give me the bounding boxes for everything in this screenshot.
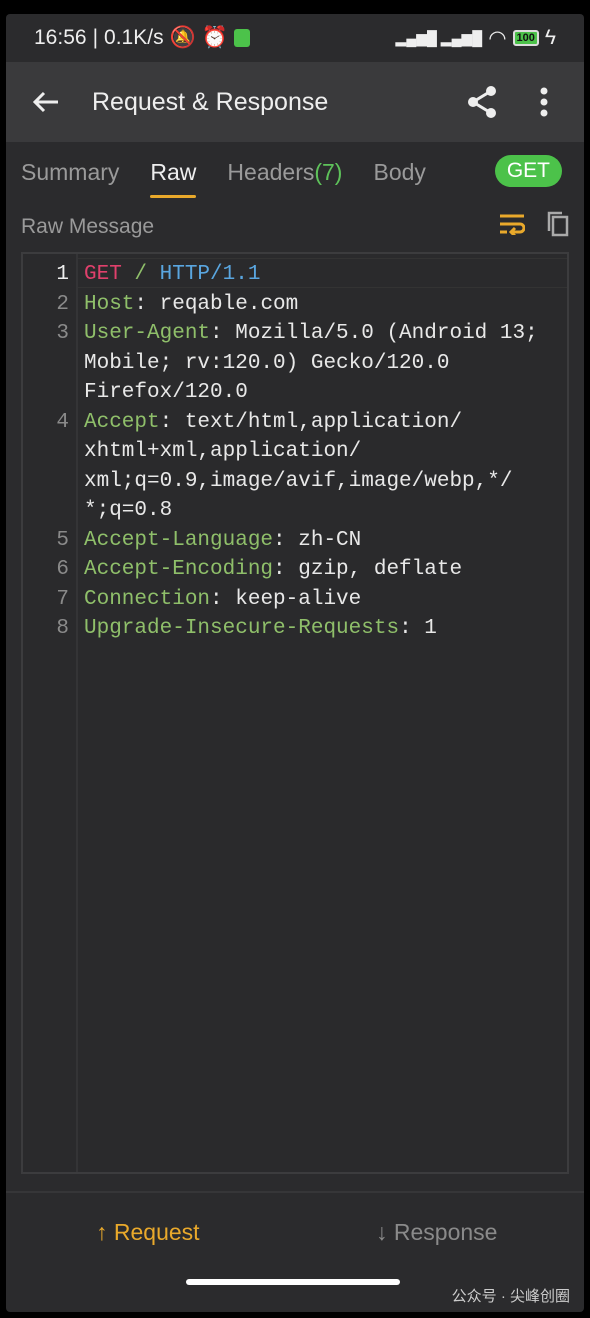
header-key: Upgrade-Insecure-Requests: [84, 617, 400, 640]
mute-icon: 🔕: [169, 26, 196, 49]
code-lines: 1 GET / HTTP/1.1 2 Host: reqable.com 3 User-…: [23, 260, 567, 644]
raw-message-editor[interactable]: 1 GET / HTTP/1.1 2 Host: reqable.com 3 User-…: [21, 252, 569, 1174]
code-line: 5 Accept-Language: zh-CN: [23, 526, 567, 556]
signal-icon: ▂▄▆█ ▂▄▆█: [395, 29, 483, 46]
method-badge: GET: [494, 155, 562, 187]
code-line: 2 Host: reqable.com: [23, 290, 567, 320]
request-path: /: [121, 263, 160, 286]
watermark: 公众号 · 尖峰创圈: [451, 1288, 570, 1305]
header-value: : text/html,application/: [159, 410, 463, 434]
tab-body[interactable]: Body: [373, 142, 425, 202]
header-value: : zh-CN: [273, 528, 362, 552]
response-button[interactable]: ↓ Response: [376, 1219, 497, 1246]
http-protocol: HTTP/1.1: [159, 263, 261, 286]
code-line: 1 GET / HTTP/1.1: [56, 263, 261, 286]
tab-summary[interactable]: Summary: [21, 142, 119, 202]
status-bar: 16:56 | 0.1K/s 🔕 ⏰ ▂▄▆█ ▂▄▆█ ◠ 100 ϟ: [34, 26, 556, 50]
wifi-icon: ◠: [488, 26, 507, 50]
header-value: xml;q=0.9,image/avif,image/webp,*/: [84, 469, 513, 493]
header-value: : keep-alive: [210, 587, 362, 611]
header-value: : reqable.com: [134, 292, 299, 316]
home-indicator[interactable]: [186, 1279, 400, 1285]
header-key: Accept-Language: [84, 528, 274, 552]
code-line: *;q=0.8: [23, 496, 567, 526]
line-number: 6: [56, 558, 69, 581]
arrow-left-icon[interactable]: [26, 82, 66, 122]
charging-icon: ϟ: [544, 26, 556, 49]
line-number: [23, 467, 69, 497]
code-line: 4 Accept: text/html,application/: [23, 408, 567, 438]
line-number: [23, 437, 69, 467]
app-notification-icon: [233, 29, 250, 47]
code-line: Mobile; rv:120.0) Gecko/120.0: [23, 349, 567, 379]
header-key: Host: [84, 292, 135, 316]
code-line: 6 Accept-Encoding: gzip, deflate: [23, 555, 567, 585]
line-number: [23, 378, 69, 408]
tab-raw[interactable]: Raw: [150, 142, 197, 202]
header-value: *;q=0.8: [84, 499, 173, 522]
bottom-nav: ↑ Request ↓ Response 公众号 · 尖峰创圈: [6, 1191, 584, 1312]
app-bar: Request & Response: [6, 62, 584, 142]
code-line: 8 Upgrade-Insecure-Requests: 1: [23, 614, 567, 644]
line-number: 8: [56, 617, 69, 640]
code-line: 7 Connection: keep-alive: [23, 585, 567, 615]
battery-icon: 100: [512, 30, 539, 46]
line-number: 7: [56, 587, 69, 611]
header-value: : 1: [399, 617, 437, 640]
screen: 16:56 | 0.1K/s 🔕 ⏰ ▂▄▆█ ▂▄▆█ ◠ 100 ϟ Request & …: [6, 14, 584, 1312]
line-number: 5: [56, 528, 69, 552]
code-line: xml;q=0.9,image/avif,image/webp,*/: [23, 467, 567, 497]
request-button[interactable]: ↑ Request: [96, 1219, 200, 1246]
line-number: 2: [56, 292, 69, 316]
header-value: : gzip, deflate: [273, 558, 463, 581]
tab-bar: Summary Raw Headers (7) Body GET: [6, 142, 584, 202]
copy-icon[interactable]: [547, 211, 569, 243]
share-icon[interactable]: [462, 82, 502, 122]
code-line: 3 User-Agent: Mozilla/5.0 (Android 13;: [23, 319, 567, 349]
more-vertical-icon[interactable]: [524, 82, 564, 122]
tab-headers[interactable]: Headers (7): [227, 142, 342, 202]
clock: 16:56: [34, 26, 87, 49]
header-value: xhtml+xml,application/: [84, 440, 362, 463]
net-speed: 0.1K/s: [104, 26, 164, 49]
line-number: 4: [56, 410, 69, 434]
headers-count: (7): [314, 158, 343, 185]
raw-message-label: Raw Message: [21, 215, 155, 238]
page-title: Request & Response: [92, 87, 329, 116]
header-key: Connection: [84, 587, 211, 611]
raw-message-header: Raw Message: [6, 202, 584, 252]
header-key: Accept: [84, 410, 160, 434]
wrap-text-icon[interactable]: [499, 213, 526, 241]
header-value: : Mozilla/5.0 (Android 13;: [210, 322, 538, 345]
http-method: GET: [84, 263, 122, 286]
code-line: xhtml+xml,application/: [23, 437, 567, 467]
line-number: [23, 349, 69, 379]
header-key: User-Agent: [84, 322, 211, 345]
code-line: Firefox/120.0: [23, 378, 567, 408]
alarm-icon: ⏰: [201, 26, 228, 49]
header-key: Accept-Encoding: [84, 558, 274, 581]
line-number: [23, 496, 69, 526]
header-value: Firefox/120.0: [84, 381, 248, 404]
line-number: 3: [56, 322, 69, 345]
header-value: Mobile; rv:120.0) Gecko/120.0: [84, 351, 450, 375]
